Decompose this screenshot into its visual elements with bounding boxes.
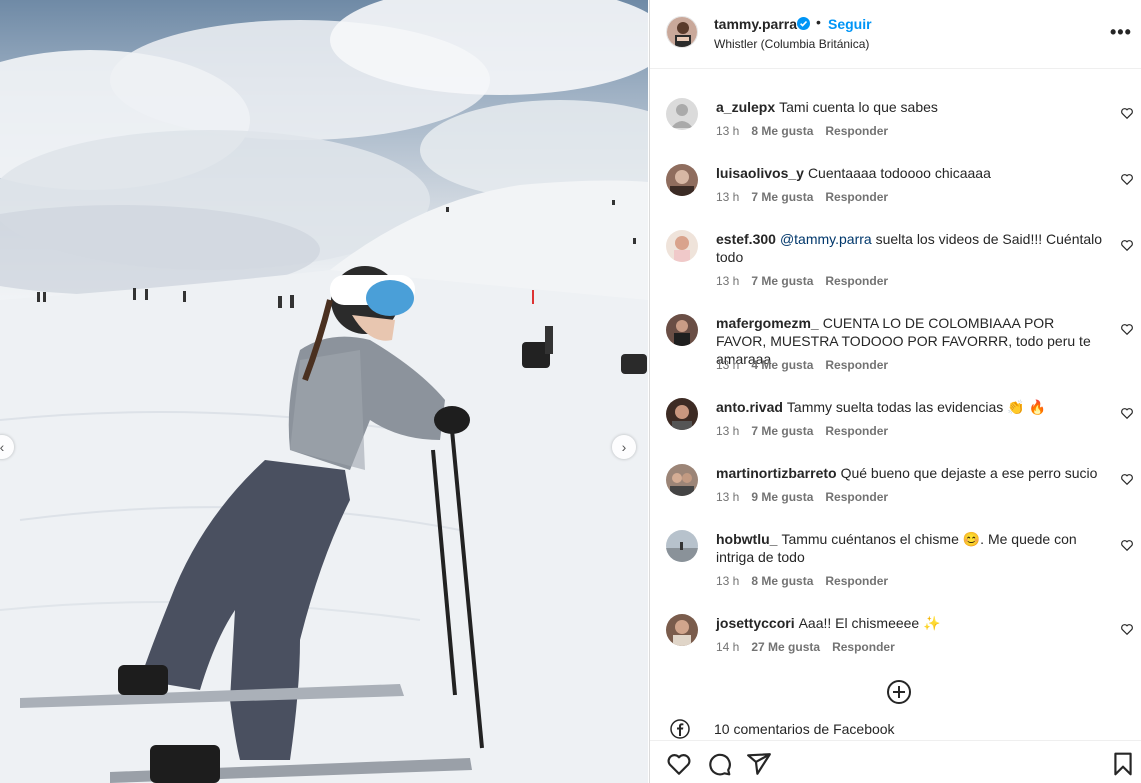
mention-link[interactable]: @tammy.parra [780,231,872,247]
more-options-icon[interactable]: ••• [1110,22,1132,43]
commenter-username[interactable]: hobwtlu_ [716,531,777,547]
comment-meta: 14 h 27 Me gusta Responder [716,640,907,654]
facebook-comments-link[interactable]: 10 comentarios de Facebook [670,717,1130,741]
comment-time[interactable]: 13 h [716,424,739,438]
comment-body: Tammy suelta todas las evidencias 👏 🔥 [786,399,1046,415]
comment-body: Cuentaaaa todoooo chicaaaa [807,165,991,181]
comment-likes[interactable]: 7 Me gusta [751,190,813,204]
comment-bubble-icon[interactable] [706,751,732,777]
reply-button[interactable]: Responder [825,358,888,372]
like-comment-heart-icon[interactable] [1120,622,1134,636]
reply-button[interactable]: Responder [825,190,888,204]
like-heart-icon[interactable] [666,751,692,777]
reply-button[interactable]: Responder [825,424,888,438]
commenter-avatar[interactable] [666,398,698,430]
comment-time[interactable]: 13 h [716,190,739,204]
comment-body: Aaa!! El chismeeee ✨ [798,615,941,631]
post-action-bar [650,740,1141,783]
commenter-username[interactable]: josettyccori [716,615,795,631]
comment-body: Tami cuenta lo que sabes [779,99,938,115]
comment-time[interactable]: 13 h [716,124,739,138]
like-comment-heart-icon[interactable] [1120,472,1134,486]
comment-time[interactable]: 14 h [716,640,739,654]
commenter-avatar[interactable] [666,230,698,262]
share-paper-plane-icon[interactable] [746,751,772,777]
comment-likes[interactable]: 8 Me gusta [751,124,813,138]
reply-button[interactable]: Responder [825,490,888,504]
post-media[interactable]: ‹ › [0,0,648,783]
comment-meta: 13 h 8 Me gusta Responder [716,124,900,138]
commenter-username[interactable]: estef.300 [716,231,776,247]
chevron-left-icon: ‹ [0,439,5,455]
save-bookmark-icon[interactable] [1110,751,1136,777]
separator-dot: • [816,14,821,30]
post-photo [0,0,648,783]
commenter-avatar[interactable] [666,314,698,346]
facebook-icon [670,719,690,739]
chevron-right-icon: › [621,439,627,455]
commenter-username[interactable]: luisaolivos_y [716,165,804,181]
like-comment-heart-icon[interactable] [1120,406,1134,420]
next-photo-button[interactable]: › [612,435,636,459]
like-comment-heart-icon[interactable] [1120,322,1134,336]
comment-time[interactable]: 13 h [716,574,739,588]
comment-time[interactable]: 13 h [716,274,739,288]
commenter-avatar[interactable] [666,98,698,130]
commenter-username[interactable]: anto.rivad [716,399,783,415]
like-comment-heart-icon[interactable] [1120,538,1134,552]
comment-time[interactable]: 13 h [716,358,739,372]
reply-button[interactable]: Responder [832,640,895,654]
comment-text: martinortizbarreto Qué bueno que dejaste … [716,464,1106,482]
like-comment-heart-icon[interactable] [1120,172,1134,186]
post-side-panel: tammy.parra • Seguir Whistler (Columbia … [649,0,1141,783]
facebook-comments-label: 10 comentarios de Facebook [714,721,895,737]
verified-badge-icon [797,17,810,30]
comment-likes[interactable]: 7 Me gusta [751,274,813,288]
commenter-username[interactable]: martinortizbarreto [716,465,837,481]
commenter-avatar[interactable] [666,464,698,496]
comment-likes[interactable]: 4 Me gusta [751,358,813,372]
comment-likes[interactable]: 7 Me gusta [751,424,813,438]
like-comment-heart-icon[interactable] [1120,106,1134,120]
comment-meta: 13 h 9 Me gusta Responder [716,490,900,504]
comment-body: Qué bueno que dejaste a ese perro sucio [840,465,1098,481]
comment-text: hobwtlu_ Tammu cuéntanos el chisme 😊. Me … [716,530,1106,566]
comment-text: anto.rivad Tammy suelta todas las evidenc… [716,398,1106,416]
post-location[interactable]: Whistler (Columbia Británica) [714,37,869,51]
commenter-avatar[interactable] [666,530,698,562]
comment-likes[interactable]: 27 Me gusta [751,640,820,654]
comment-meta: 13 h 4 Me gusta Responder [716,358,900,372]
comment-meta: 13 h 7 Me gusta Responder [716,274,900,288]
reply-button[interactable]: Responder [825,124,888,138]
commenter-username[interactable]: a_zulepx [716,99,775,115]
comment-meta: 13 h 7 Me gusta Responder [716,424,900,438]
like-comment-heart-icon[interactable] [1120,238,1134,252]
commenter-avatar[interactable] [666,164,698,196]
follow-button[interactable]: Seguir [828,16,872,32]
commenter-username[interactable]: mafergomezm_ [716,315,819,331]
comment-text: estef.300 @tammy.parra suelta los videos … [716,230,1106,266]
load-more-comments-icon[interactable] [886,679,912,705]
comment-likes[interactable]: 8 Me gusta [751,574,813,588]
comment-text: a_zulepx Tami cuenta lo que sabes [716,98,1106,116]
comment-meta: 13 h 8 Me gusta Responder [716,574,900,588]
author-avatar[interactable] [666,16,698,48]
commenter-avatar[interactable] [666,614,698,646]
reply-button[interactable]: Responder [825,274,888,288]
author-username[interactable]: tammy.parra [714,16,797,32]
reply-button[interactable]: Responder [825,574,888,588]
post-header: tammy.parra • Seguir Whistler (Columbia … [650,0,1141,69]
comment-time[interactable]: 13 h [716,490,739,504]
comment-text: josettyccori Aaa!! El chismeeee ✨ [716,614,1106,632]
comment-meta: 13 h 7 Me gusta Responder [716,190,900,204]
comment-likes[interactable]: 9 Me gusta [751,490,813,504]
comment-text: luisaolivos_y Cuentaaaa todoooo chicaaaa [716,164,1106,182]
